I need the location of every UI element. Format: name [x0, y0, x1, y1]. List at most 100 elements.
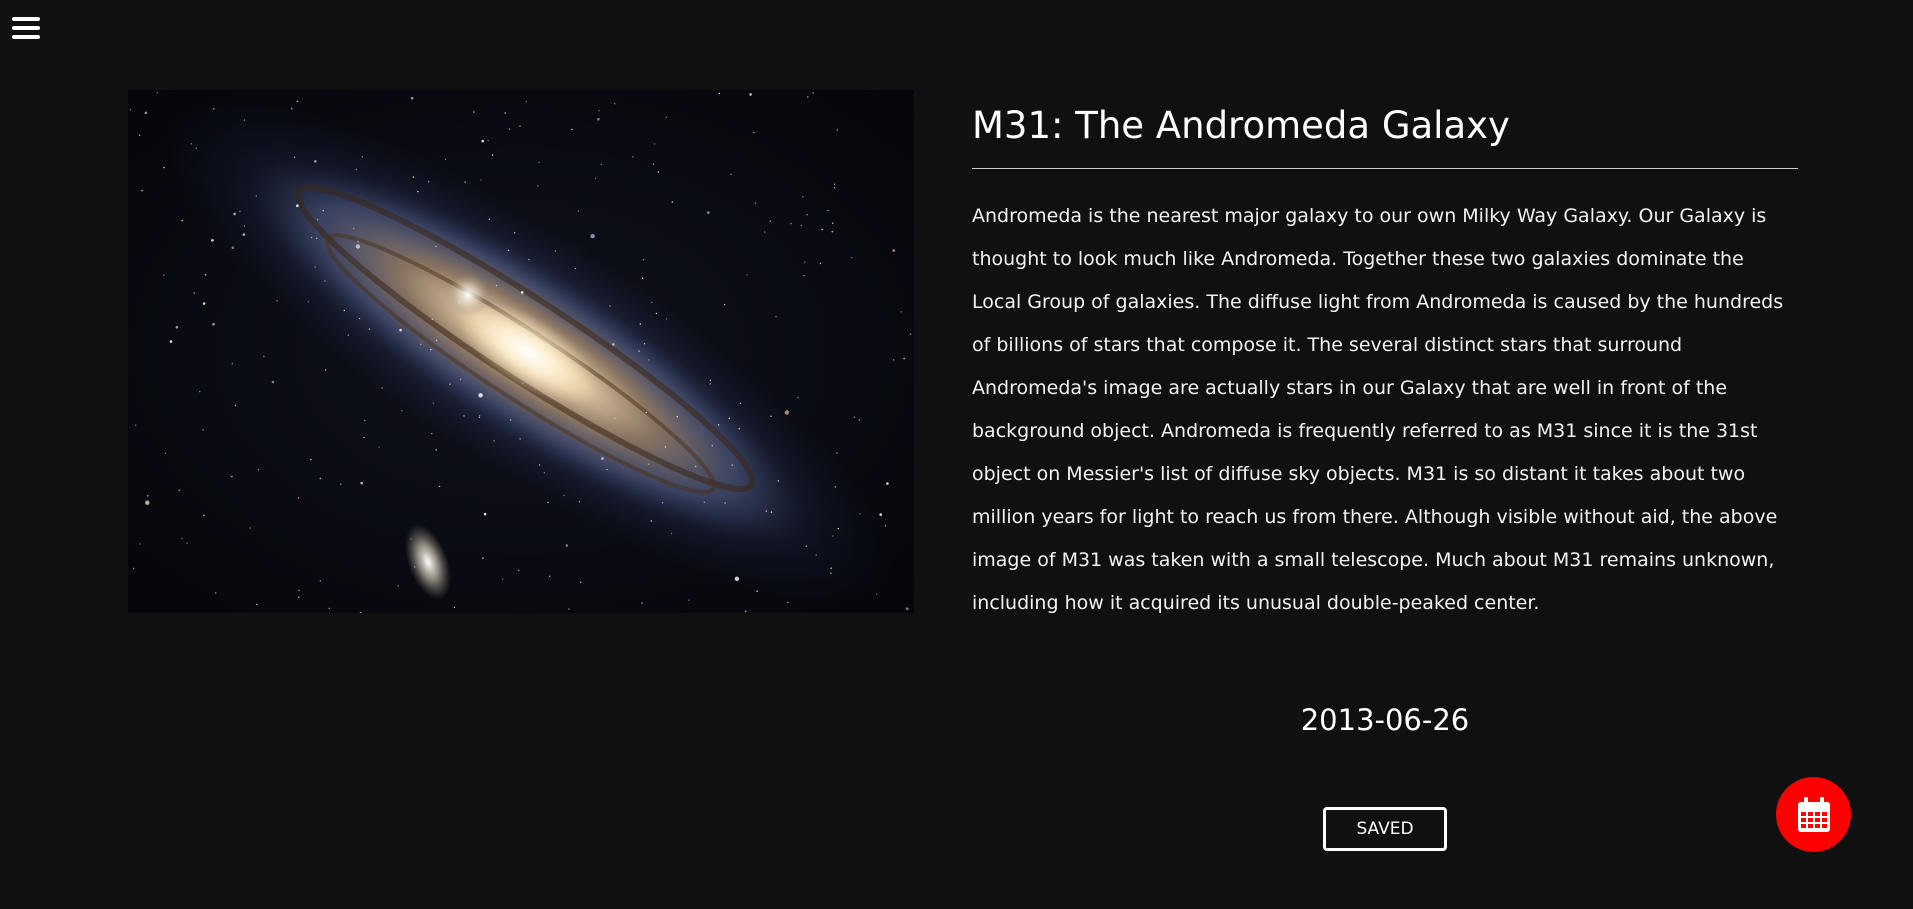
star	[314, 160, 317, 163]
star	[464, 181, 466, 183]
star	[347, 334, 349, 336]
title-divider	[972, 168, 1798, 169]
star	[543, 472, 546, 474]
star	[661, 502, 664, 504]
star	[717, 424, 720, 426]
galaxy-image	[128, 90, 914, 613]
star	[900, 311, 902, 313]
star	[787, 601, 789, 604]
star	[271, 380, 275, 384]
star	[769, 220, 771, 222]
star	[212, 322, 215, 326]
star	[249, 527, 251, 529]
star	[234, 404, 237, 407]
star	[728, 417, 730, 420]
star	[467, 329, 469, 331]
star	[243, 119, 246, 121]
star	[547, 501, 549, 504]
star	[493, 440, 495, 442]
star	[821, 229, 823, 231]
star	[325, 369, 327, 371]
star	[746, 274, 748, 276]
star	[322, 210, 324, 212]
star	[837, 527, 839, 530]
star	[310, 458, 312, 461]
star	[671, 201, 674, 203]
star	[909, 333, 912, 335]
star	[802, 196, 804, 198]
star	[213, 108, 215, 110]
entry-date: 2013-06-26	[1300, 703, 1470, 737]
star	[316, 219, 319, 221]
star	[495, 284, 498, 287]
star	[538, 464, 541, 466]
entry-description: Andromeda is the nearest major galaxy to…	[972, 205, 1784, 614]
star	[655, 312, 658, 315]
star	[648, 463, 650, 465]
entry-title: M31: The Andromeda Galaxy	[972, 104, 1510, 147]
star	[528, 258, 530, 261]
star	[134, 424, 137, 426]
star	[830, 567, 832, 569]
star	[805, 545, 807, 547]
star	[319, 580, 322, 582]
star	[175, 326, 179, 329]
star	[638, 350, 640, 352]
star	[738, 428, 740, 430]
star	[520, 291, 524, 294]
star	[132, 567, 135, 570]
star	[800, 224, 803, 227]
star	[597, 118, 600, 121]
star	[202, 429, 204, 431]
star	[614, 103, 616, 105]
star	[363, 436, 365, 439]
star	[178, 489, 180, 491]
star	[670, 532, 673, 535]
star	[832, 222, 834, 224]
star	[563, 494, 565, 497]
star	[650, 520, 652, 522]
star	[431, 432, 433, 435]
calendar-fab-button[interactable]	[1776, 777, 1851, 852]
star	[432, 402, 435, 404]
star	[886, 482, 889, 485]
star	[412, 176, 415, 178]
star	[141, 189, 143, 192]
star	[653, 143, 656, 145]
star	[276, 300, 278, 302]
star	[215, 592, 217, 594]
star	[709, 383, 711, 385]
star	[879, 513, 882, 516]
star	[590, 233, 595, 239]
star	[129, 109, 132, 111]
star	[643, 343, 646, 345]
star	[578, 501, 581, 503]
star	[831, 231, 833, 233]
star	[444, 158, 447, 161]
star	[352, 227, 355, 230]
hamburger-menu-icon[interactable]	[12, 17, 40, 41]
star	[859, 513, 861, 515]
star	[324, 280, 326, 282]
star	[315, 237, 318, 240]
star	[368, 328, 371, 330]
star	[519, 438, 521, 440]
star	[399, 328, 402, 332]
star	[648, 359, 650, 361]
star	[730, 173, 732, 175]
star	[815, 554, 817, 556]
star	[903, 357, 905, 360]
star	[665, 116, 667, 118]
star	[459, 378, 462, 381]
star	[328, 607, 331, 610]
star	[554, 250, 557, 252]
star	[263, 355, 265, 357]
star	[410, 538, 412, 540]
star	[819, 262, 821, 265]
saved-button[interactable]: SAVED	[1323, 807, 1447, 851]
star	[601, 457, 604, 460]
star	[491, 154, 494, 156]
star	[784, 410, 790, 415]
star	[482, 557, 484, 559]
star	[204, 274, 207, 276]
